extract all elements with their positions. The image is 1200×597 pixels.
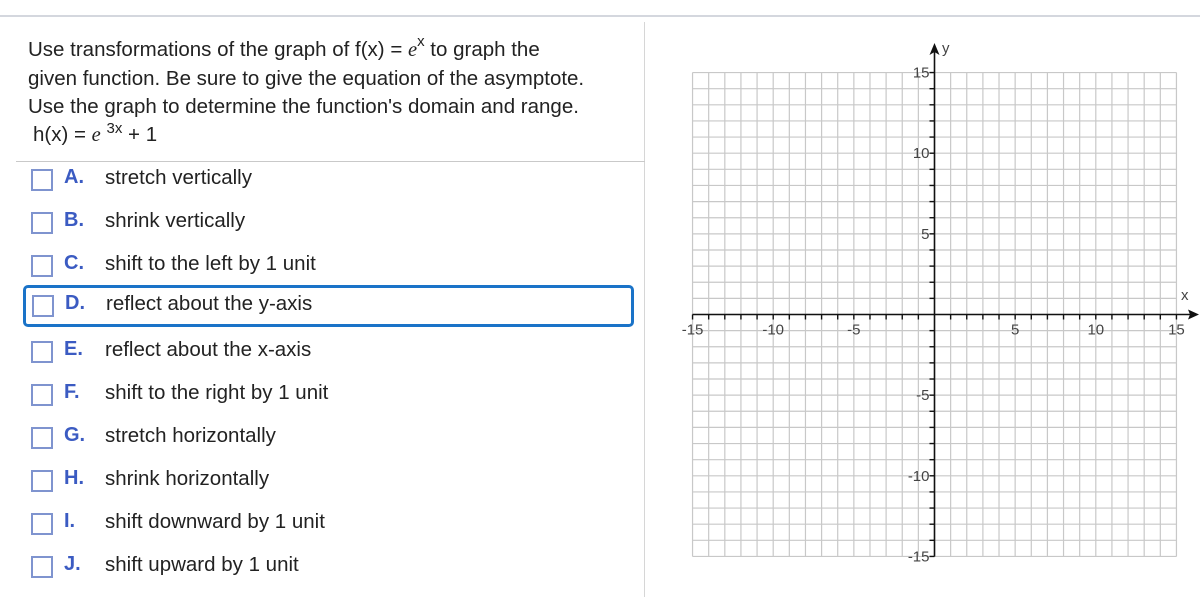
y-tick-label: 15 xyxy=(913,65,930,82)
y-tick-label: 10 xyxy=(913,145,930,162)
x-tick-label: 15 xyxy=(1168,322,1185,339)
x-tick-label: 5 xyxy=(1011,322,1019,339)
x-tick-label: 10 xyxy=(1087,322,1104,339)
y-tick-label: -5 xyxy=(916,387,929,404)
y-tick-label: -10 xyxy=(908,468,930,485)
x-axis-label: x xyxy=(1181,287,1189,304)
x-tick-label: -15 xyxy=(682,322,704,339)
y-tick-label: 5 xyxy=(921,226,929,243)
y-axis-label: y xyxy=(942,40,950,57)
x-tick-label: -10 xyxy=(762,322,784,339)
x-tick-label: -5 xyxy=(847,322,860,339)
y-tick-label: -15 xyxy=(908,548,930,565)
coordinate-graph[interactable]: -15 -10 -5 5 10 15 15 10 5 -5 -10 -15 x y xyxy=(0,0,1200,597)
